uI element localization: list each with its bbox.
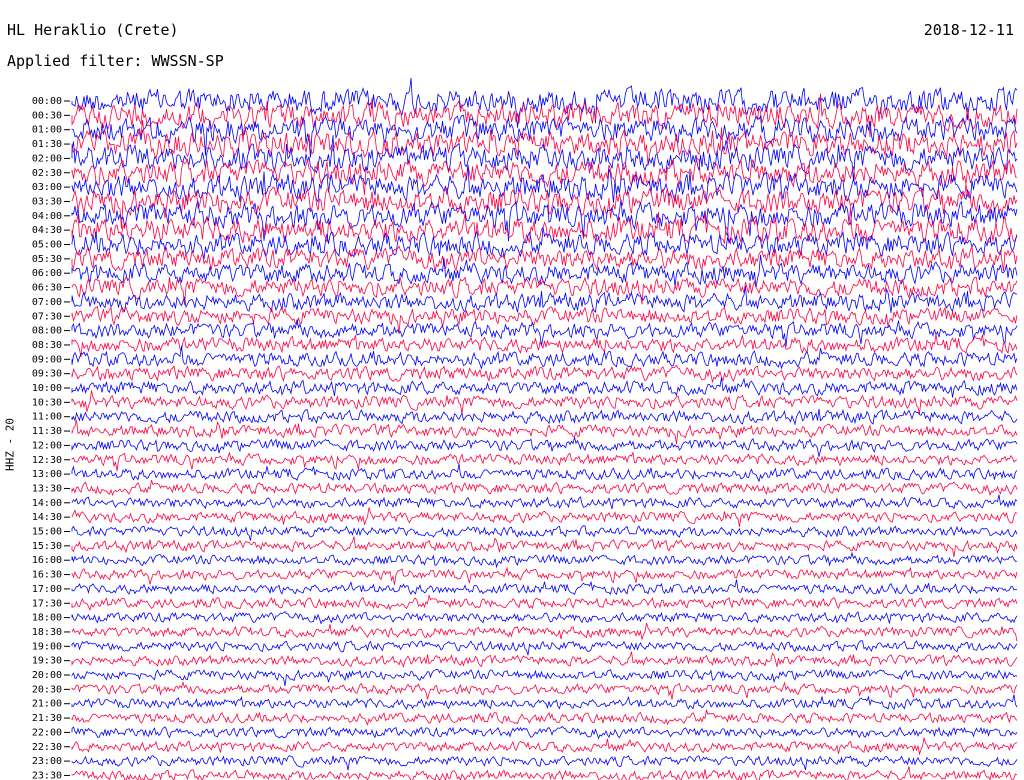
trace-row	[71, 755, 1018, 771]
tick-label: 00:30	[32, 110, 62, 121]
trace-row	[71, 408, 1018, 426]
tick-label: 22:30	[32, 742, 62, 753]
trace-group	[71, 77, 1018, 780]
tick-label: 05:00	[32, 240, 62, 251]
tick-label: 03:30	[32, 196, 62, 207]
trace-row	[71, 551, 1018, 569]
trace-row	[71, 525, 1018, 541]
trace-row	[71, 245, 1018, 272]
trace-row	[71, 593, 1018, 611]
helicorder-chart: 00:00 00:30 01:00 01:30 02:00 02:30 03:00 03:30…	[32, 77, 1018, 780]
tick-label: 10:00	[32, 383, 62, 394]
tick-label: 02:00	[32, 153, 62, 164]
tick-label: 06:00	[32, 268, 62, 279]
trace-row	[71, 463, 1018, 483]
trace-row	[71, 680, 1018, 700]
tick-label: 20:30	[32, 684, 62, 695]
tick-label: 17:30	[32, 598, 62, 609]
tick-label: 17:00	[32, 584, 62, 595]
trace-row	[71, 364, 1018, 384]
tick-label: 06:30	[32, 283, 62, 294]
trace-row	[71, 451, 1018, 472]
tick-label: 01:30	[32, 139, 62, 150]
trace-row	[71, 694, 1018, 710]
tick-label: 18:30	[32, 627, 62, 638]
tick-label: 01:00	[32, 125, 62, 136]
tick-label: 04:30	[32, 225, 62, 236]
tick-label: 12:00	[32, 440, 62, 451]
trace-row	[71, 420, 1018, 445]
trace-row	[71, 708, 1018, 726]
trace-row	[71, 377, 1018, 398]
channel-label: HHZ - 20	[3, 418, 17, 471]
tick-label: 11:30	[32, 426, 62, 437]
tick-label: 19:00	[32, 641, 62, 652]
trace-row	[71, 622, 1018, 642]
tick-label: 09:30	[32, 369, 62, 380]
trace-row	[71, 494, 1018, 510]
tick-label: 15:00	[32, 527, 62, 538]
tick-label: 05:30	[32, 254, 62, 265]
tick-label: 13:00	[32, 469, 62, 480]
tick-label: 15:30	[32, 541, 62, 552]
trace-row	[71, 766, 1018, 780]
trace-row	[71, 390, 1018, 415]
tick-label: 16:30	[32, 570, 62, 581]
tick-label: 07:00	[32, 297, 62, 308]
tick-label: 23:00	[32, 756, 62, 767]
tick-label: 04:00	[32, 211, 62, 222]
y-axis: HHZ - 20	[0, 96, 30, 780]
trace-row	[71, 119, 1018, 166]
trace-row	[71, 725, 1018, 740]
tick-label: 19:30	[32, 656, 62, 667]
tick-label: 00:00	[32, 96, 62, 107]
trace-row	[71, 536, 1018, 558]
trace-row	[71, 611, 1018, 625]
tick-label: 21:00	[32, 699, 62, 710]
tick-label: 22:00	[32, 727, 62, 738]
tick-label: 12:30	[32, 455, 62, 466]
tick-label: 14:00	[32, 498, 62, 509]
tick-label: 08:30	[32, 340, 62, 351]
trace-row	[71, 640, 1018, 656]
tick-label: 08:00	[32, 326, 62, 337]
tick-label: 20:00	[32, 670, 62, 681]
tick-label: 09:00	[32, 354, 62, 365]
trace-row	[71, 579, 1018, 596]
tick-label: 21:30	[32, 713, 62, 724]
trace-row	[71, 206, 1018, 246]
trace-row	[71, 286, 1018, 314]
trace-row	[71, 737, 1018, 756]
tick-label: 13:30	[32, 483, 62, 494]
tick-label: 18:00	[32, 613, 62, 624]
tick-label: 23:30	[32, 770, 62, 780]
trace-row	[71, 345, 1018, 370]
trace-row	[71, 651, 1018, 668]
trace-row	[71, 437, 1018, 457]
trace-row	[71, 479, 1018, 497]
tick-label: 10:30	[32, 397, 62, 408]
tick-label: 02:30	[32, 168, 62, 179]
tick-label: 07:30	[32, 311, 62, 322]
tick-label: 16:00	[32, 555, 62, 566]
trace-row	[71, 507, 1018, 527]
tick-label: 11:00	[32, 412, 62, 423]
trace-row	[71, 668, 1018, 686]
tick-label: 14:30	[32, 512, 62, 523]
tick-label-group: 00:00 00:30 01:00 01:30 02:00 02:30 03:00 03:30…	[32, 96, 70, 780]
tick-label: 03:00	[32, 182, 62, 193]
